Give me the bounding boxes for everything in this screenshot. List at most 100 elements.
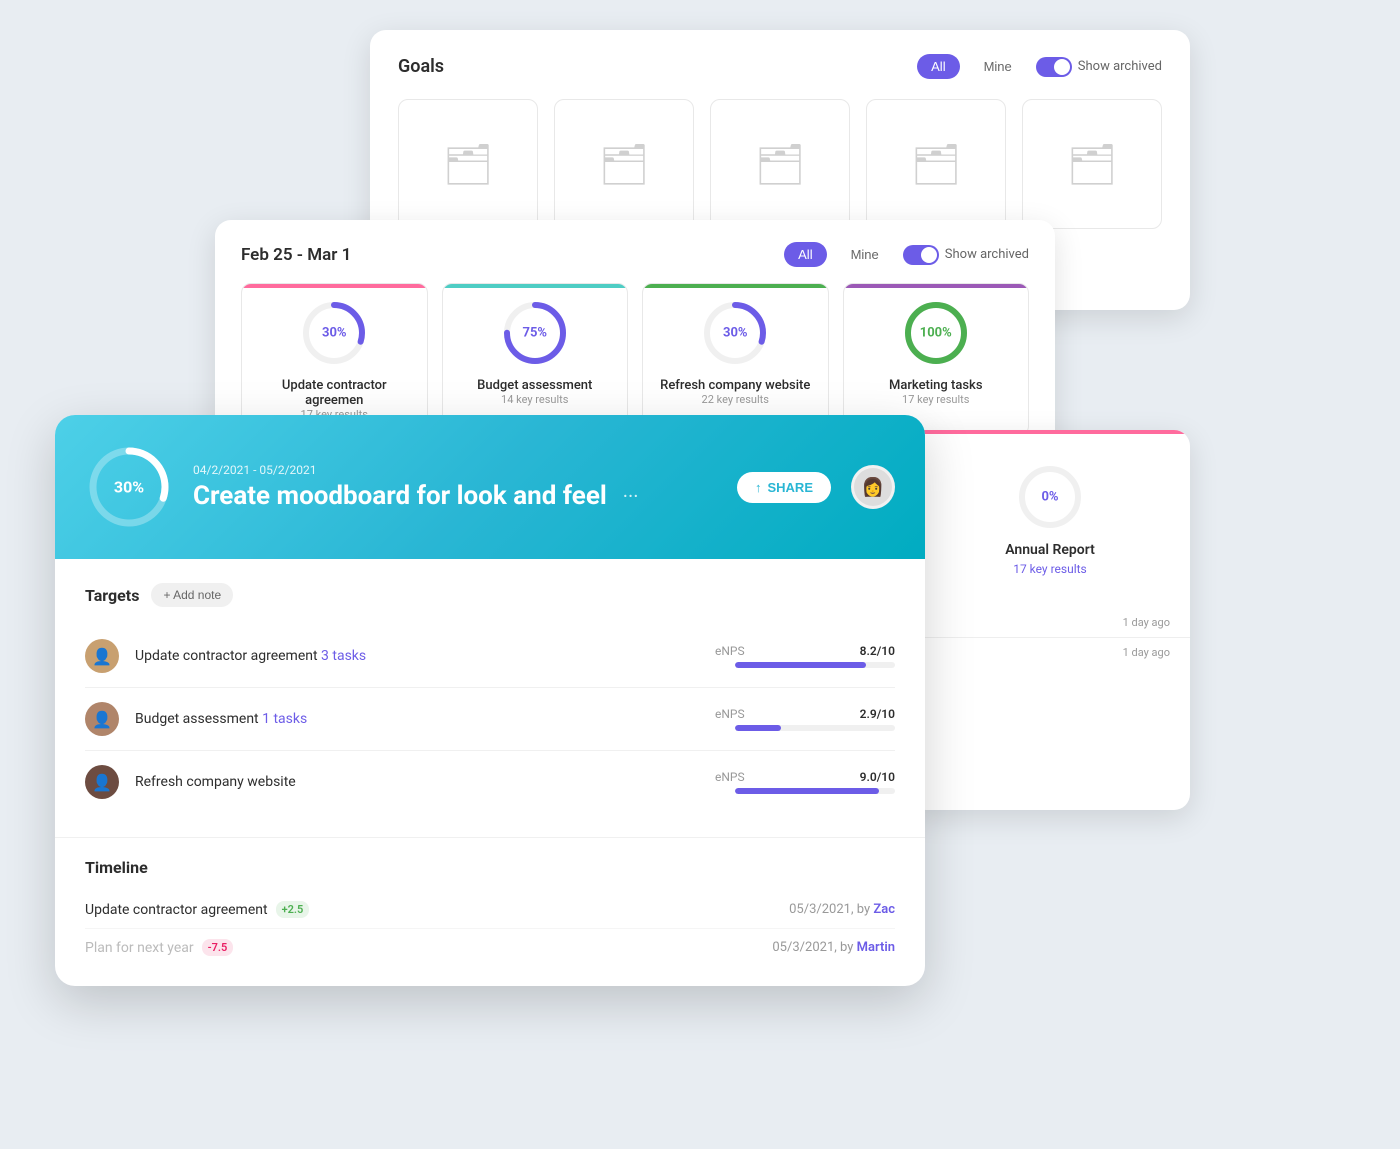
target-tasks-link[interactable]: 3 tasks	[321, 648, 366, 664]
target-row: 👤 Update contractor agreement 3 tasks eN…	[85, 625, 895, 688]
folder-icon: 🗂	[911, 141, 962, 188]
annual-donut: 0%	[1015, 462, 1085, 532]
annual-name: Annual Report	[1005, 542, 1095, 558]
sprint-header: Feb 25 - Mar 1 All Mine Show archived	[241, 242, 1029, 267]
donut-chart: 75%	[500, 298, 570, 368]
main-title-block: 04/2/2021 - 05/2/2021 Create moodboard f…	[193, 463, 717, 511]
donut-percent: 100%	[920, 326, 952, 341]
annual-content: 0% Annual Report 17 key results	[910, 434, 1190, 608]
timeline-badge: -7.5	[202, 939, 234, 956]
timeline-item-name: Update contractor agreement +2.5	[85, 901, 309, 918]
main-percent: 30%	[114, 478, 144, 497]
metric-bar	[735, 788, 895, 794]
sprint-card-name: Update contractor agreemen	[256, 378, 413, 408]
goals-toggle-track[interactable]	[1036, 57, 1072, 77]
sprint-card-name: Budget assessment	[477, 378, 592, 393]
annual-time-ago: 1 day ago	[910, 608, 1190, 637]
timeline-item-name: Plan for next year -7.5	[85, 939, 233, 956]
donut-percent: 75%	[522, 326, 547, 341]
target-metric: eNPS 9.0/10	[715, 770, 895, 794]
timeline-meta: 05/3/2021, by Martin	[772, 940, 895, 955]
timeline-label: Timeline	[85, 858, 895, 877]
metric-bar	[735, 662, 895, 668]
person-icon: 👤	[92, 710, 112, 729]
folder-item[interactable]: 🗂	[554, 99, 694, 229]
sprint-card-name: Refresh company website	[660, 378, 810, 393]
annual-sub: 17 key results	[1013, 562, 1087, 576]
metric-bar-fill	[735, 662, 866, 668]
donut-chart: 100%	[901, 298, 971, 368]
metric-bar	[735, 725, 895, 731]
target-metric: eNPS 2.9/10	[715, 707, 895, 731]
main-body: Targets + Add note 👤 Update contractor a…	[55, 559, 925, 837]
metric-bar-fill	[735, 788, 879, 794]
folder-item[interactable]: 🗂	[1022, 99, 1162, 229]
goals-toggle-label: Show archived	[1078, 59, 1162, 74]
donut-percent: 30%	[322, 326, 347, 341]
person-icon: 👤	[92, 773, 112, 792]
share-label: SHARE	[767, 480, 813, 495]
folder-icon: 🗂	[1067, 141, 1118, 188]
timeline-badge: +2.5	[276, 901, 310, 918]
metric-label-row: eNPS 9.0/10	[715, 770, 895, 784]
more-options-icon[interactable]: ···	[623, 484, 639, 508]
sprint-filter-mine[interactable]: Mine	[837, 242, 893, 267]
sprint-archived-toggle[interactable]: Show archived	[903, 245, 1029, 265]
goals-filter-all[interactable]: All	[917, 54, 959, 79]
folder-item[interactable]: 🗂	[710, 99, 850, 229]
person-icon: 👤	[92, 647, 112, 666]
main-title: Create moodboard for look and feel	[193, 481, 607, 511]
target-metric: eNPS 8.2/10	[715, 644, 895, 668]
donut-percent: 30%	[723, 326, 748, 341]
goals-folders: 🗂 🗂 🗂 🗂 🗂	[398, 99, 1162, 229]
metric-label-row: eNPS 8.2/10	[715, 644, 895, 658]
sprint-filter-all[interactable]: All	[784, 242, 826, 267]
goals-filter-mine[interactable]: Mine	[970, 54, 1026, 79]
timeline-row: Plan for next year -7.5 05/3/2021, by Ma…	[85, 929, 895, 966]
sprint-card-sub: 17 key results	[902, 393, 969, 406]
metric-type: eNPS	[715, 707, 745, 721]
main-donut: 30%	[85, 443, 173, 531]
target-name: Refresh company website	[135, 774, 699, 790]
target-name: Budget assessment 1 tasks	[135, 711, 699, 727]
targets-label: Targets	[85, 586, 139, 605]
timeline-meta: 05/3/2021, by Zac	[789, 902, 895, 917]
share-button[interactable]: ↑ SHARE	[737, 472, 831, 503]
timeline-row: Update contractor agreement +2.5 05/3/20…	[85, 891, 895, 929]
sprint-filter-group: All Mine Show archived	[784, 242, 1029, 267]
sprint-title: Feb 25 - Mar 1	[241, 245, 351, 265]
donut-chart: 30%	[299, 298, 369, 368]
sprint-card-sub: 22 key results	[702, 393, 769, 406]
target-tasks-link[interactable]: 1 tasks	[262, 711, 307, 727]
metric-type: eNPS	[715, 770, 745, 784]
targets-header: Targets + Add note	[85, 583, 895, 607]
goals-show-archived-toggle[interactable]: Show archived	[1036, 57, 1162, 77]
target-avatar: 👤	[85, 702, 119, 736]
folder-item[interactable]: 🗂	[866, 99, 1006, 229]
goals-title: Goals	[398, 56, 444, 77]
target-name: Update contractor agreement 3 tasks	[135, 648, 699, 664]
goals-filter-group: All Mine Show archived	[917, 54, 1162, 79]
timeline-author: Martin	[857, 940, 895, 955]
timeline-author: Zac	[873, 902, 895, 917]
goals-toggle-thumb	[1054, 59, 1070, 75]
target-avatar: 👤	[85, 765, 119, 799]
sprint-task-card[interactable]: 75% Budget assessment 14 key results	[442, 283, 629, 436]
sprint-card-name: Marketing tasks	[889, 378, 983, 393]
sprint-task-card[interactable]: 100% Marketing tasks 17 key results	[843, 283, 1030, 436]
sprint-card-sub: 14 key results	[501, 393, 568, 406]
timeline-item-text: Plan for next year	[85, 940, 194, 956]
folder-item[interactable]: 🗂	[398, 99, 538, 229]
add-note-button[interactable]: + Add note	[151, 583, 233, 607]
main-date-range: 04/2/2021 - 05/2/2021	[193, 463, 717, 477]
folder-icon: 🗂	[755, 141, 806, 188]
sprint-toggle-track[interactable]	[903, 245, 939, 265]
sprint-task-card[interactable]: 30% Update contractor agreemen 17 key re…	[241, 283, 428, 436]
sprint-task-card[interactable]: 30% Refresh company website 22 key resul…	[642, 283, 829, 436]
target-row: 👤 Budget assessment 1 tasks eNPS 2.9/10	[85, 688, 895, 751]
main-card: 30% 04/2/2021 - 05/2/2021 Create moodboa…	[55, 415, 925, 986]
share-icon: ↑	[755, 480, 762, 495]
annual-donut-wrap: 0% Annual Report 17 key results	[930, 462, 1170, 576]
metric-value: 8.2/10	[860, 644, 895, 658]
goals-header: Goals All Mine Show archived	[398, 54, 1162, 79]
